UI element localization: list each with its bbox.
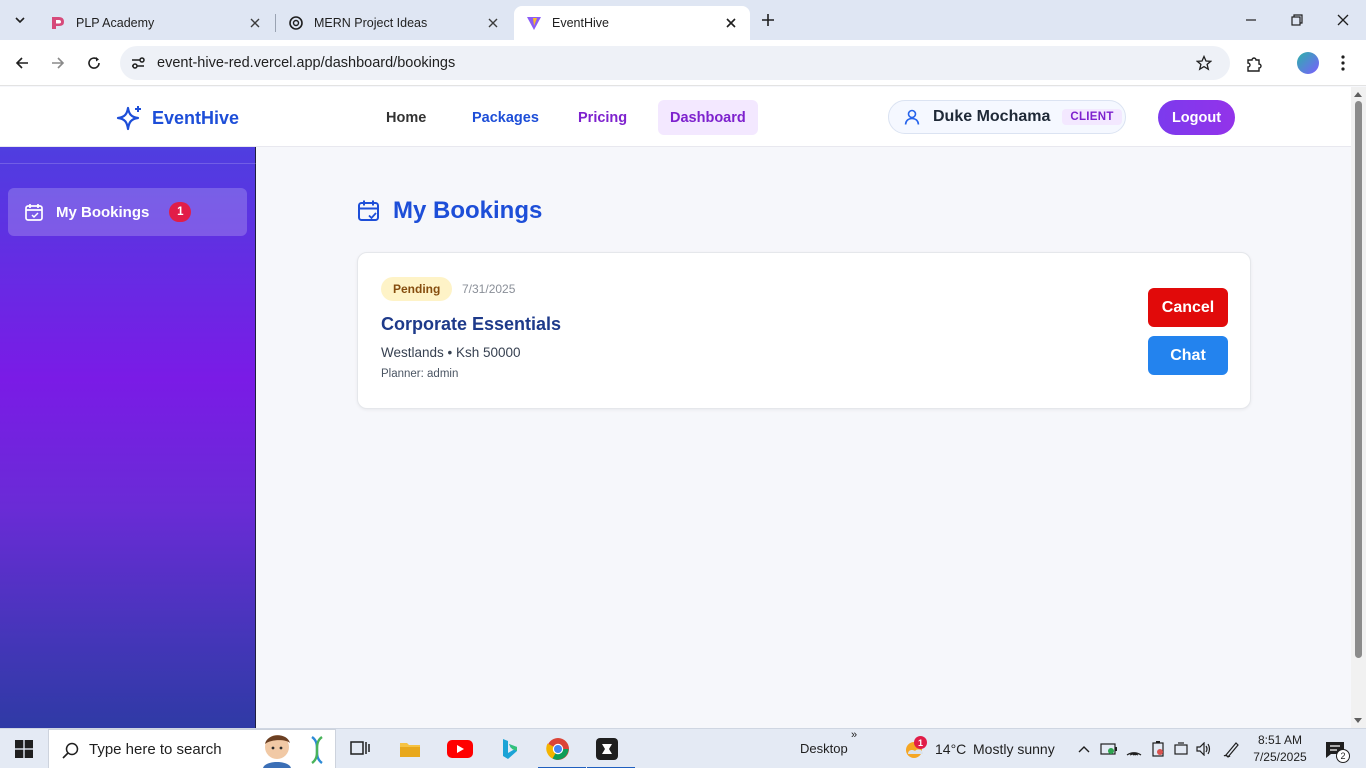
nav-dashboard[interactable]: Dashboard — [658, 100, 758, 135]
page-scrollbar[interactable] — [1351, 87, 1366, 728]
battery-alert-icon[interactable] — [1149, 741, 1167, 757]
clock-date: 7/25/2025 — [1253, 750, 1307, 764]
taskbar-search-input[interactable]: Type here to search — [48, 729, 336, 768]
logout-button[interactable]: Logout — [1158, 100, 1235, 135]
reload-icon[interactable] — [80, 49, 108, 77]
status-badge: Pending — [381, 277, 453, 301]
app-navbar: EventHive Home Packages Pricing Dashboar… — [0, 87, 1351, 147]
volume-icon[interactable] — [1195, 741, 1213, 757]
tab-eventhive[interactable]: EventHive — [514, 6, 750, 40]
sidebar-item-label: My Bookings — [56, 203, 150, 221]
user-name: Duke Mochama — [933, 108, 1051, 125]
sparkle-logo-icon — [116, 106, 141, 131]
search-placeholder: Type here to search — [89, 741, 222, 758]
bing-icon[interactable] — [490, 733, 530, 765]
windows-start-icon[interactable] — [12, 739, 36, 759]
meet-now-icon[interactable] — [1172, 741, 1190, 757]
planner-info: Planner: admin — [381, 368, 459, 380]
minimize-window-icon[interactable] — [1228, 0, 1274, 40]
calendar-icon — [25, 204, 43, 221]
page-viewport: EventHive Home Packages Pricing Dashboar… — [0, 87, 1351, 728]
cancel-button[interactable]: Cancel — [1148, 288, 1228, 327]
weather-temp[interactable]: 14°C — [935, 741, 966, 757]
scroll-down-arrow-icon[interactable] — [1354, 718, 1362, 723]
nav-pricing[interactable]: Pricing — [566, 100, 639, 135]
task-view-icon[interactable] — [340, 733, 380, 765]
extensions-puzzle-icon[interactable] — [1242, 52, 1266, 76]
url-text: event-hive-red.vercel.app/dashboard/book… — [157, 55, 456, 71]
weather-condition[interactable]: Mostly sunny — [973, 741, 1055, 757]
scroll-up-arrow-icon[interactable] — [1354, 92, 1362, 97]
page-heading-text: My Bookings — [393, 197, 543, 224]
browser-menu-icon[interactable] — [1332, 52, 1354, 74]
forward-arrow-icon[interactable] — [44, 49, 72, 77]
page-title: My Bookings — [357, 197, 542, 225]
close-tab-icon[interactable] — [484, 14, 502, 32]
youtube-icon[interactable] — [440, 733, 480, 765]
wifi-icon[interactable] — [1125, 741, 1143, 757]
profile-avatar[interactable] — [1297, 52, 1319, 74]
clock-time: 8:51 AM — [1257, 733, 1303, 747]
pen-workspace-icon[interactable] — [1222, 740, 1242, 758]
vite-favicon — [526, 15, 542, 31]
show-hidden-icons-chevron-icon[interactable] — [1076, 741, 1092, 757]
sidebar-item-my-bookings[interactable]: My Bookings 1 — [8, 188, 247, 236]
openai-favicon — [288, 15, 304, 31]
back-arrow-icon[interactable] — [8, 49, 36, 77]
tab-title: PLP Academy — [76, 16, 155, 30]
restore-window-icon[interactable] — [1274, 0, 1320, 40]
nav-home[interactable]: Home — [374, 100, 438, 135]
windows-taskbar: Type here to search Desktop » 1 14°C Mos… — [0, 728, 1366, 768]
sidebar-divider — [0, 163, 256, 164]
bookings-count-badge: 1 — [169, 202, 192, 222]
chrome-taskbar-icon[interactable] — [538, 733, 586, 768]
search-highlight-illustration-icon[interactable] — [259, 730, 301, 768]
site-info-icon[interactable] — [128, 53, 148, 73]
calendar-check-icon — [358, 200, 379, 221]
address-bar[interactable]: event-hive-red.vercel.app/dashboard/book… — [120, 46, 1230, 80]
close-tab-icon[interactable] — [246, 14, 264, 32]
user-icon — [904, 109, 920, 125]
taskbar-clock[interactable]: 8:51 AM 7/25/2025 — [1252, 732, 1308, 766]
tab-search-chevron-icon[interactable] — [6, 7, 34, 33]
close-tab-icon[interactable] — [722, 14, 740, 32]
tab-title: EventHive — [552, 16, 609, 30]
battery-saver-icon[interactable] — [1100, 741, 1118, 757]
notification-count-badge: 2 — [1336, 749, 1350, 763]
tab-title: MERN Project Ideas — [314, 16, 428, 30]
chat-button[interactable]: Chat — [1148, 336, 1228, 375]
nav-packages[interactable]: Packages — [460, 100, 551, 135]
weather-alert-badge: 1 — [914, 736, 927, 749]
toolbar-chevron-icon[interactable]: » — [851, 729, 857, 741]
package-name: Corporate Essentials — [381, 314, 562, 334]
close-window-icon[interactable] — [1320, 0, 1366, 40]
terminal-app-icon[interactable] — [587, 733, 635, 768]
tab-plp-academy[interactable]: PLP Academy — [38, 6, 274, 40]
scrollbar-thumb[interactable] — [1355, 101, 1362, 658]
user-chip: Duke Mochama CLIENT — [888, 100, 1126, 134]
brand-name: EventHive — [152, 107, 240, 128]
desktop-toolbar-label[interactable]: Desktop — [800, 741, 848, 756]
brand-logo[interactable]: EventHive — [116, 104, 239, 132]
search-icon — [61, 741, 79, 759]
new-tab-plus-icon[interactable] — [756, 8, 780, 32]
booking-card: Pending 7/31/2025 Corporate Essentials W… — [357, 252, 1251, 409]
role-badge: CLIENT — [1062, 109, 1122, 125]
file-explorer-icon[interactable] — [390, 733, 430, 765]
sidebar: My Bookings 1 — [0, 147, 256, 728]
location-price: Westlands • Ksh 50000 — [381, 345, 521, 360]
dna-icon[interactable] — [305, 734, 329, 766]
browser-toolbar: event-hive-red.vercel.app/dashboard/book… — [0, 40, 1366, 86]
booking-date: 7/31/2025 — [462, 282, 516, 296]
tab-mern-project-ideas[interactable]: MERN Project Ideas — [276, 6, 512, 40]
browser-tab-strip: PLP Academy MERN Project Ideas EventHive — [0, 0, 1366, 40]
bookmark-star-icon[interactable] — [1194, 53, 1214, 73]
plp-academy-favicon — [50, 15, 66, 31]
